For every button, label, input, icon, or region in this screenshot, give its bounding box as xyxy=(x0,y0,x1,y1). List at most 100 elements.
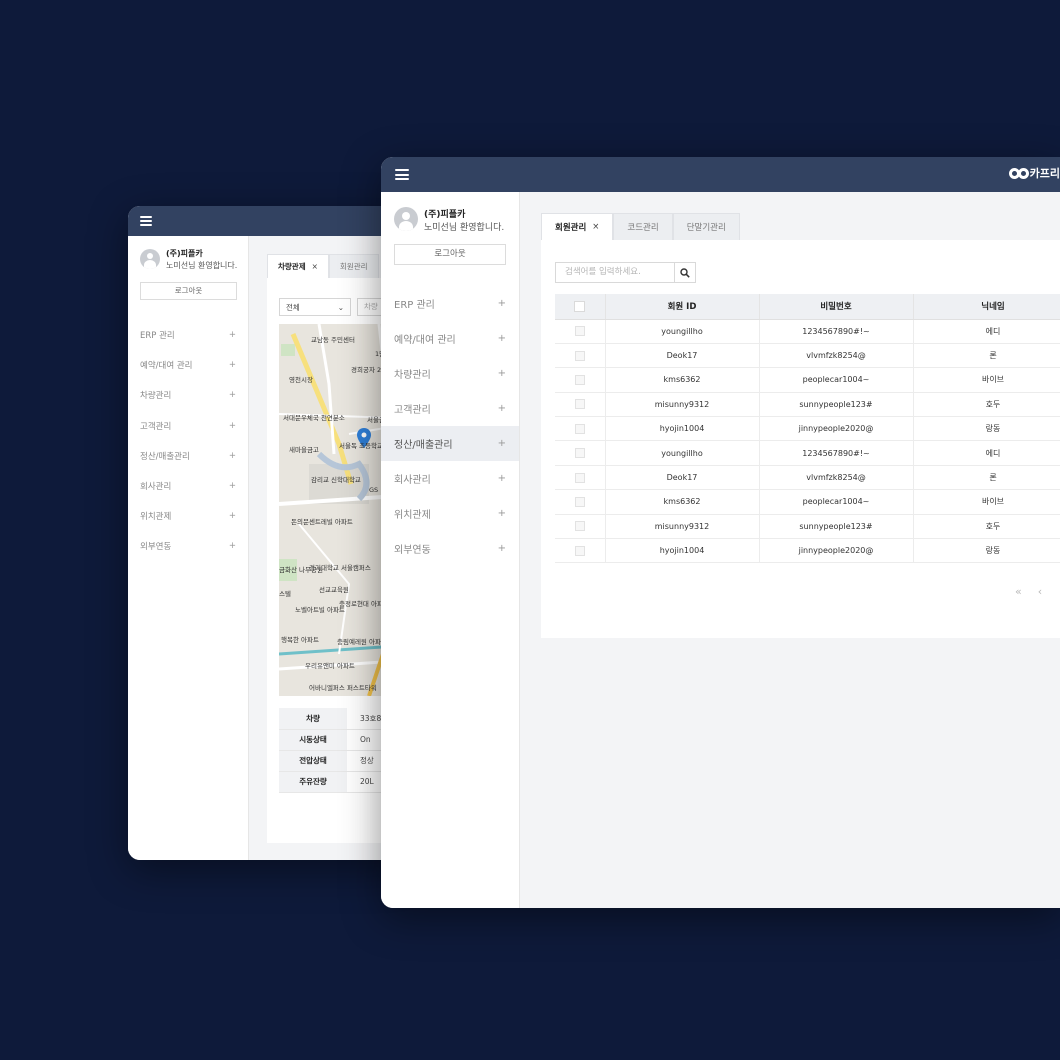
sidebar-item-erp[interactable]: ERP 관리 + xyxy=(381,286,519,321)
table-row[interactable]: youngillho 1234567890#!~ 에디 xyxy=(555,440,1060,466)
map-label: 교남동 주민센터 xyxy=(311,336,355,344)
hamburger-menu-icon[interactable] xyxy=(140,216,152,226)
sidebar-item-location[interactable]: 위치관제 + xyxy=(381,496,519,531)
sidebar-item-integration[interactable]: 외부연동 + xyxy=(381,531,519,566)
search-button[interactable] xyxy=(675,262,696,283)
sidebar-item-reservation[interactable]: 예약/대여 관리 + xyxy=(381,321,519,356)
tab-code-management[interactable]: 코드관리 xyxy=(613,213,673,240)
row-checkbox[interactable] xyxy=(574,496,585,507)
table-row[interactable]: Deok17 vlvmfzk8254@ 론 xyxy=(555,465,1060,491)
back-admin-window: (주)피플카 노미선님 환영합니다. 로그아웃 ERP 관리 + 예약/대여 관리… xyxy=(128,206,408,860)
map-label: 새마을금고 xyxy=(289,446,319,454)
search-input[interactable]: 검색어를 입력하세요. xyxy=(555,262,675,283)
member-password: vlvmfzk8254@ xyxy=(759,343,914,369)
plus-icon: + xyxy=(228,450,236,461)
sidebar-item-customer[interactable]: 고객관리 + xyxy=(128,411,248,441)
filter-select[interactable]: 전체 ⌄ xyxy=(279,298,351,316)
table-header-row: 회원 ID 비밀번호 닉네임 xyxy=(555,294,1060,320)
avatar xyxy=(394,207,418,231)
sidebar-item-vehicle[interactable]: 차량관리 + xyxy=(128,380,248,410)
close-icon[interactable]: × xyxy=(312,262,318,271)
member-id: hyojin1004 xyxy=(605,416,760,442)
hamburger-menu-icon[interactable] xyxy=(395,169,409,180)
column-header[interactable]: 닉네임 xyxy=(913,294,1060,320)
table-row[interactable]: misunny9312 sunnypeople123# 호두 xyxy=(555,514,1060,540)
logout-button[interactable]: 로그아웃 xyxy=(394,244,506,265)
pagination: « ‹ xyxy=(1015,585,1042,598)
row-checkbox[interactable] xyxy=(574,545,585,556)
table-row[interactable]: hyojin1004 jinnypeople2020@ 랑동 xyxy=(555,538,1060,564)
map-label: 행복한 아파트 xyxy=(281,636,319,644)
table-row[interactable]: kms6362 peoplecar1004~ 바이브 xyxy=(555,489,1060,515)
table-row[interactable]: kms6362 peoplecar1004~ 바이브 xyxy=(555,367,1060,393)
sidebar-item-settlement[interactable]: 정산/매출관리 + xyxy=(128,441,248,471)
sidebar-item-erp[interactable]: ERP 관리 + xyxy=(128,320,248,350)
close-icon[interactable]: × xyxy=(592,222,599,232)
tab-member[interactable]: 회원관리 xyxy=(328,254,379,278)
column-header[interactable]: 비밀번호 xyxy=(759,294,914,320)
brand-logo: 카프리 xyxy=(1008,165,1060,181)
tab-member-management[interactable]: 회원관리 × xyxy=(541,213,614,240)
plus-icon: + xyxy=(228,390,236,401)
side-menu: ERP 관리 + 예약/대여 관리 + 차량관리 + 고객관리 + 정산/매출관리 + 회… xyxy=(128,320,248,562)
map-label: GS xyxy=(369,486,379,494)
prev-page-icon[interactable]: ‹ xyxy=(1038,585,1042,598)
member-nickname: 바이브 xyxy=(913,489,1060,515)
logout-button[interactable]: 로그아웃 xyxy=(140,282,237,300)
row-checkbox[interactable] xyxy=(574,521,585,532)
member-nickname: 에디 xyxy=(913,319,1060,344)
row-checkbox[interactable] xyxy=(574,448,585,459)
plus-icon: + xyxy=(497,403,506,414)
table-row[interactable]: hyojin1004 jinnypeople2020@ 랑동 xyxy=(555,416,1060,442)
member-password: 1234567890#!~ xyxy=(759,319,914,344)
member-id: kms6362 xyxy=(605,367,760,393)
sidebar-item-company[interactable]: 회사관리 + xyxy=(128,471,248,501)
search-icon xyxy=(680,267,690,278)
sidebar-item-location[interactable]: 위치관제 + xyxy=(128,501,248,531)
member-nickname: 랑동 xyxy=(913,416,1060,442)
sidebar-item-customer[interactable]: 고객관리 + xyxy=(381,391,519,426)
member-id: kms6362 xyxy=(605,489,760,515)
plus-icon: + xyxy=(497,543,506,554)
select-all-checkbox[interactable] xyxy=(574,300,586,312)
info-key: 주유잔량 xyxy=(279,771,347,793)
member-nickname: 론 xyxy=(913,465,1060,491)
column-header[interactable]: 회원 ID xyxy=(605,294,760,320)
tab-vehicle-control[interactable]: 차량관제 × xyxy=(267,254,329,278)
company-name: (주)피플카 xyxy=(166,249,203,258)
member-nickname: 에디 xyxy=(913,440,1060,466)
top-bar xyxy=(128,206,408,236)
member-nickname: 호두 xyxy=(913,514,1060,540)
first-page-icon[interactable]: « xyxy=(1015,585,1022,598)
main-content: 회원관리 × 코드관리 단말기관리 검색어를 입력하세요. 회원 ID 비밀번호… xyxy=(520,192,1060,908)
tab-bar: 차량관제 × 회원관리 xyxy=(267,254,379,278)
plus-icon: + xyxy=(497,473,506,484)
sidebar-item-vehicle[interactable]: 차량관리 + xyxy=(381,356,519,391)
front-admin-window: 카프리 (주)피플카 노미선님 환영합니다. 로그아웃 ERP 관리 + 예약/대… xyxy=(381,157,1060,908)
map-label: 서대문우체국 천연분소 xyxy=(283,414,345,422)
row-checkbox[interactable] xyxy=(574,472,585,483)
row-checkbox[interactable] xyxy=(574,350,585,361)
map-label: 영천시장 xyxy=(289,376,313,384)
welcome-text: 노미선님 환영합니다. xyxy=(166,261,238,270)
row-checkbox[interactable] xyxy=(574,399,585,410)
table-row[interactable]: misunny9312 sunnypeople123# 호두 xyxy=(555,392,1060,418)
member-id: Deok17 xyxy=(605,465,760,491)
plus-icon: + xyxy=(228,360,236,371)
tab-device-management[interactable]: 단말기관리 xyxy=(672,213,740,240)
plus-icon: + xyxy=(228,481,236,492)
member-password: peoplecar1004~ xyxy=(759,489,914,515)
sidebar-item-reservation[interactable]: 예약/대여 관리 + xyxy=(128,350,248,380)
table-row[interactable]: Deok17 vlvmfzk8254@ 론 xyxy=(555,343,1060,369)
sidebar-item-integration[interactable]: 외부연동 + xyxy=(128,531,248,561)
table-row[interactable]: youngillho 1234567890#!~ 에디 xyxy=(555,319,1060,344)
sidebar-item-settlement[interactable]: 정산/매출관리 + xyxy=(381,426,519,461)
member-password: 1234567890#!~ xyxy=(759,440,914,466)
row-checkbox[interactable] xyxy=(574,326,585,337)
row-checkbox[interactable] xyxy=(574,374,585,385)
member-password: jinnypeople2020@ xyxy=(759,538,914,564)
welcome-text: 노미선님 환영합니다. xyxy=(424,223,505,233)
row-checkbox[interactable] xyxy=(574,423,585,434)
sidebar-item-company[interactable]: 회사관리 + xyxy=(381,461,519,496)
select-all-checkbox-cell xyxy=(555,294,606,320)
